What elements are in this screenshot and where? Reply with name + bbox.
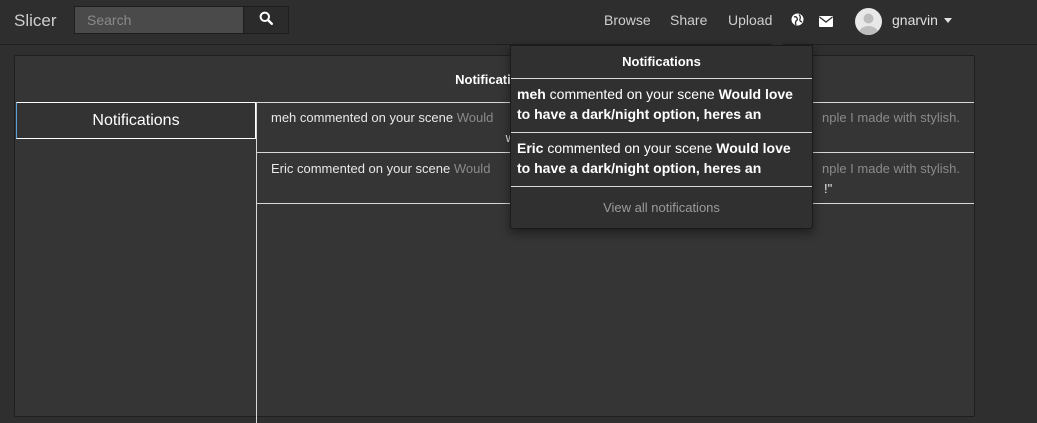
nav-share-link[interactable]: Share — [670, 12, 707, 28]
dropdown-notification-item[interactable]: meh commented on your scene Would love t… — [517, 84, 807, 124]
notification-text: Eric commented on your scene — [271, 161, 454, 176]
username-menu[interactable]: gnarvin — [892, 12, 938, 28]
envelope-icon[interactable] — [819, 14, 833, 32]
top-navbar: Slicer Browse Share Upload gnarvin — [0, 0, 1037, 45]
avatar[interactable] — [855, 8, 882, 35]
nav-upload-link[interactable]: Upload — [728, 12, 772, 28]
search-icon — [259, 11, 274, 30]
view-all-notifications-link[interactable]: View all notifications — [511, 200, 812, 215]
divider — [511, 78, 812, 79]
notifications-panel: Notifications Notifications meh commente… — [14, 55, 975, 423]
scene-link-continued[interactable]: nple I made with stylish. — [822, 159, 960, 179]
divider — [511, 132, 812, 133]
page-title: Notifications — [455, 72, 534, 87]
globe-icon[interactable] — [791, 13, 804, 31]
scene-link[interactable]: Would — [454, 161, 491, 176]
notifications-dropdown: Notifications meh commented on your scen… — [510, 45, 813, 229]
nav-browse-link[interactable]: Browse — [604, 12, 651, 28]
notification-user: meh — [517, 86, 546, 102]
dropdown-title: Notifications — [622, 54, 701, 69]
notification-text: commented on your scene — [543, 140, 717, 156]
chevron-down-icon[interactable] — [944, 18, 952, 23]
brand-logo[interactable]: Slicer — [14, 11, 57, 31]
notification-user: Eric — [517, 140, 544, 156]
notification-text: meh commented on your scene — [271, 110, 457, 125]
dropdown-notification-item[interactable]: Eric commented on your scene Would love … — [517, 138, 807, 178]
scene-link-continued[interactable]: nple I made with stylish. — [822, 108, 960, 128]
notification-text: commented on your scene — [545, 86, 719, 102]
search-button[interactable] — [243, 6, 289, 34]
comment-text-end: !" — [824, 181, 833, 196]
scene-link[interactable]: Would — [457, 110, 494, 125]
search-input[interactable] — [74, 6, 244, 34]
divider — [511, 186, 812, 187]
